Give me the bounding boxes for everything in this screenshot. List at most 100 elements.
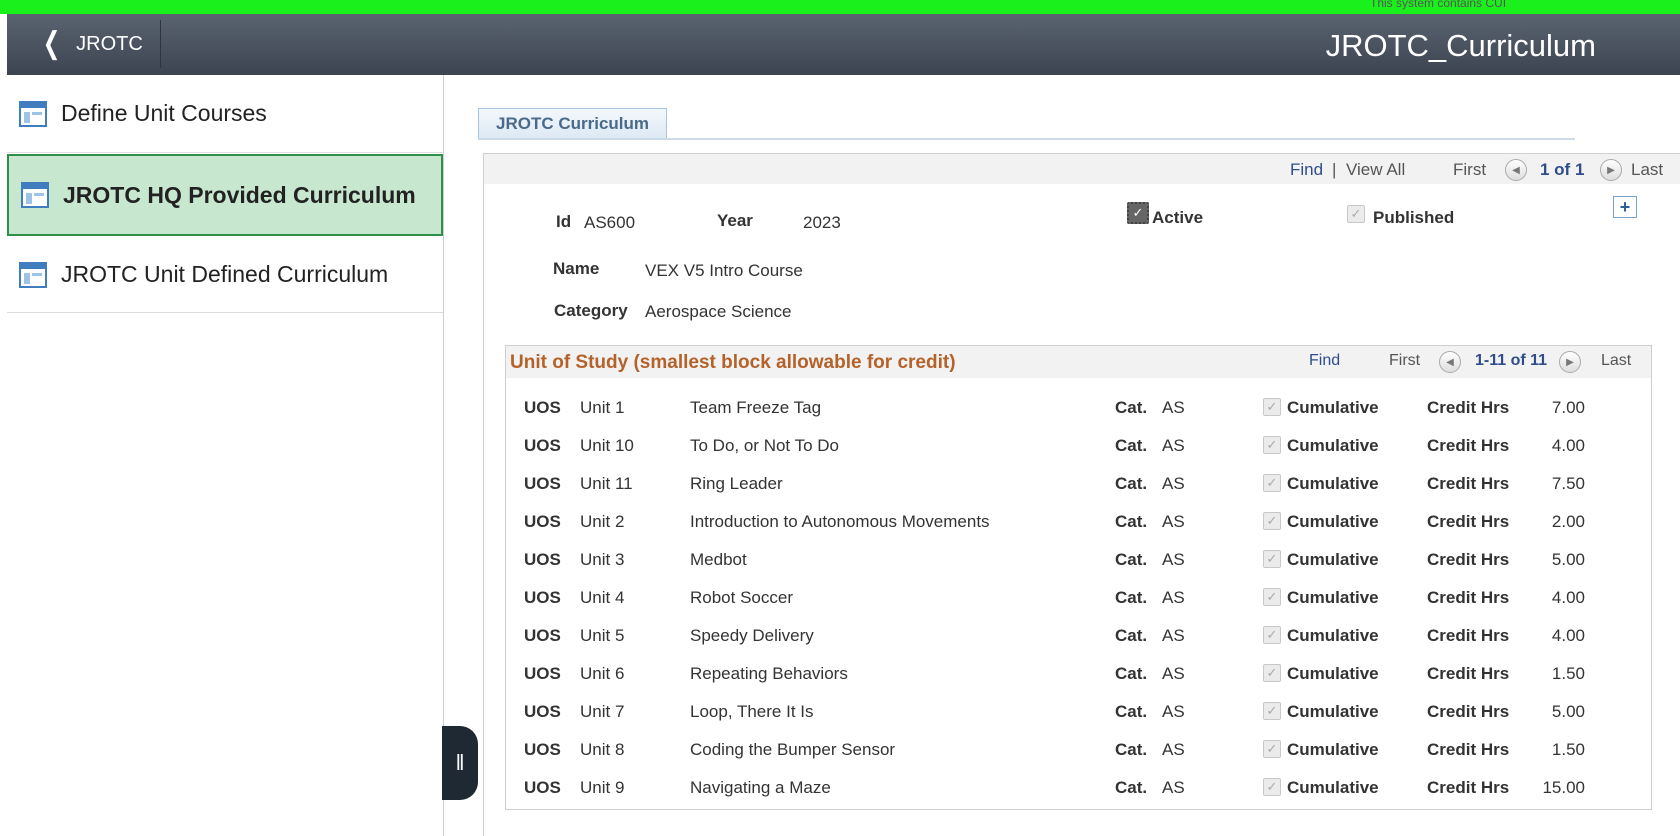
next-icon[interactable]: ▶ — [1600, 159, 1622, 181]
unit-description: Speedy Delivery — [690, 626, 814, 645]
first-label: First — [1453, 160, 1487, 179]
uos-find-link[interactable]: Find — [1309, 352, 1340, 370]
credit-hrs-value: 4.00 — [1551, 436, 1585, 455]
table-row: UOS Unit 5 Speedy Delivery Cat. AS Cumulative… — [506, 618, 1651, 656]
credit-hrs-value: 5.00 — [1551, 550, 1585, 569]
active-checkbox[interactable]: ✓ — [1127, 202, 1149, 224]
sidebar: Define Unit Courses JROTC HQ Provided Cu… — [7, 75, 444, 836]
cat-value: AS — [1162, 512, 1185, 531]
unit-value: Unit 7 — [580, 702, 625, 721]
cumulative-label: Cumulative — [1287, 512, 1379, 531]
unit-description: Repeating Behaviors — [690, 664, 848, 683]
cumulative-label: Cumulative — [1287, 778, 1379, 797]
unit-description: To Do, or Not To Do — [690, 436, 839, 455]
published-checkbox: ✓ — [1347, 205, 1365, 223]
unit-value: Unit 4 — [580, 588, 625, 607]
curriculum-record: Find | View All First ◀ 1 of 1 ▶ Last Id… — [483, 153, 1680, 836]
cat-label: Cat. — [1115, 626, 1148, 645]
unit-value: Unit 6 — [580, 664, 625, 683]
table-row: UOS Unit 3 Medbot Cat. AS Cumulative Credit Hr… — [506, 542, 1651, 580]
published-label: Published — [1373, 208, 1455, 227]
credit-hrs-value: 7.50 — [1551, 474, 1585, 493]
cumulative-label: Cumulative — [1287, 664, 1379, 683]
cumulative-checkbox: ✓ — [1263, 626, 1281, 644]
sidebar-item-unit-defined-curriculum[interactable]: JROTC Unit Defined Curriculum — [7, 237, 443, 313]
nav-separator: | — [1332, 160, 1337, 179]
record-navigation: Find | View All First ◀ 1 of 1 ▶ Last — [484, 154, 1680, 184]
cumulative-label: Cumulative — [1287, 702, 1379, 721]
unit-of-study-grid: Unit of Study (smallest block allowable … — [505, 345, 1652, 810]
cumulative-label: Cumulative — [1287, 740, 1379, 759]
id-label: Id — [556, 212, 572, 231]
unit-description: Team Freeze Tag — [690, 398, 822, 417]
cumulative-checkbox: ✓ — [1263, 550, 1281, 568]
cumulative-checkbox: ✓ — [1263, 740, 1281, 758]
cat-value: AS — [1162, 474, 1185, 493]
cat-label: Cat. — [1115, 398, 1148, 417]
view-all-link[interactable]: View All — [1346, 160, 1405, 180]
uos-label: UOS — [524, 436, 561, 455]
page-icon — [21, 182, 49, 208]
add-row-button[interactable]: + — [1613, 196, 1637, 218]
credit-hrs-value: 1.50 — [1551, 664, 1585, 683]
app-header: ❮ JROTC JROTC_Curriculum — [7, 14, 1680, 75]
uos-label: UOS — [524, 398, 561, 417]
cat-label: Cat. — [1115, 778, 1148, 797]
table-row: UOS Unit 7 Loop, There It Is Cat. AS Cumulati… — [506, 694, 1651, 732]
unit-value: Unit 10 — [580, 436, 634, 455]
cat-label: Cat. — [1115, 436, 1148, 455]
year-value: 2023 — [803, 213, 841, 232]
uos-previous-icon[interactable]: ◀ — [1439, 351, 1461, 373]
cat-value: AS — [1162, 740, 1185, 759]
credit-hrs-label: Credit Hrs — [1427, 778, 1510, 797]
find-link[interactable]: Find — [1290, 160, 1323, 180]
credit-hrs-label: Credit Hrs — [1427, 740, 1510, 759]
sidebar-item-label: JROTC HQ Provided Curriculum — [63, 181, 416, 208]
cat-label: Cat. — [1115, 702, 1148, 721]
unit-description: Coding the Bumper Sensor — [690, 740, 896, 759]
chevron-left-icon: ❮ — [42, 27, 61, 60]
tab-underline — [478, 138, 1575, 140]
cumulative-checkbox: ✓ — [1263, 664, 1281, 682]
cat-label: Cat. — [1115, 740, 1148, 759]
cumulative-label: Cumulative — [1287, 588, 1379, 607]
cat-value: AS — [1162, 550, 1185, 569]
cumulative-checkbox: ✓ — [1263, 512, 1281, 530]
unit-description: Navigating a Maze — [690, 778, 831, 797]
credit-hrs-value: 2.00 — [1551, 512, 1585, 531]
previous-icon[interactable]: ◀ — [1505, 159, 1527, 181]
id-value: AS600 — [584, 213, 636, 232]
cumulative-checkbox: ✓ — [1263, 588, 1281, 606]
cat-value: AS — [1162, 436, 1185, 455]
cat-value: AS — [1162, 778, 1185, 797]
uos-last-label: Last — [1601, 352, 1632, 369]
cumulative-checkbox: ✓ — [1263, 436, 1281, 454]
table-row: UOS Unit 10 To Do, or Not To Do Cat. AS Cumul… — [506, 428, 1651, 466]
credit-hrs-value: 5.00 — [1551, 702, 1585, 721]
cumulative-checkbox: ✓ — [1263, 398, 1281, 416]
credit-hrs-value: 1.50 — [1551, 740, 1585, 759]
cumulative-checkbox: ✓ — [1263, 702, 1281, 720]
uos-label: UOS — [524, 740, 561, 759]
collapse-sidebar-handle[interactable]: ‖ — [442, 726, 478, 800]
credit-hrs-value: 15.00 — [1542, 778, 1585, 797]
unit-description: Loop, There It Is — [690, 702, 814, 721]
table-row: UOS Unit 1 Team Freeze Tag Cat. AS Cumulative… — [506, 390, 1651, 428]
cumulative-checkbox: ✓ — [1263, 778, 1281, 796]
cumulative-label: Cumulative — [1287, 398, 1379, 417]
uos-next-icon[interactable]: ▶ — [1559, 351, 1581, 373]
back-button[interactable]: ❮ JROTC — [17, 20, 161, 68]
unit-value: Unit 1 — [580, 398, 625, 417]
credit-hrs-label: Credit Hrs — [1427, 512, 1510, 531]
sidebar-item-hq-provided-curriculum[interactable]: JROTC HQ Provided Curriculum — [7, 154, 443, 236]
tab-jrotc-curriculum[interactable]: JROTC Curriculum — [478, 108, 668, 138]
credit-hrs-label: Credit Hrs — [1427, 550, 1510, 569]
credit-hrs-value: 4.00 — [1551, 626, 1585, 645]
uos-label: UOS — [524, 512, 561, 531]
sidebar-item-define-unit-courses[interactable]: Define Unit Courses — [7, 75, 443, 153]
unit-description: Ring Leader — [690, 474, 783, 493]
unit-value: Unit 2 — [580, 512, 625, 531]
credit-hrs-label: Credit Hrs — [1427, 398, 1510, 417]
unit-description: Introduction to Autonomous Movements — [690, 512, 990, 531]
category-label: Category — [554, 301, 628, 320]
